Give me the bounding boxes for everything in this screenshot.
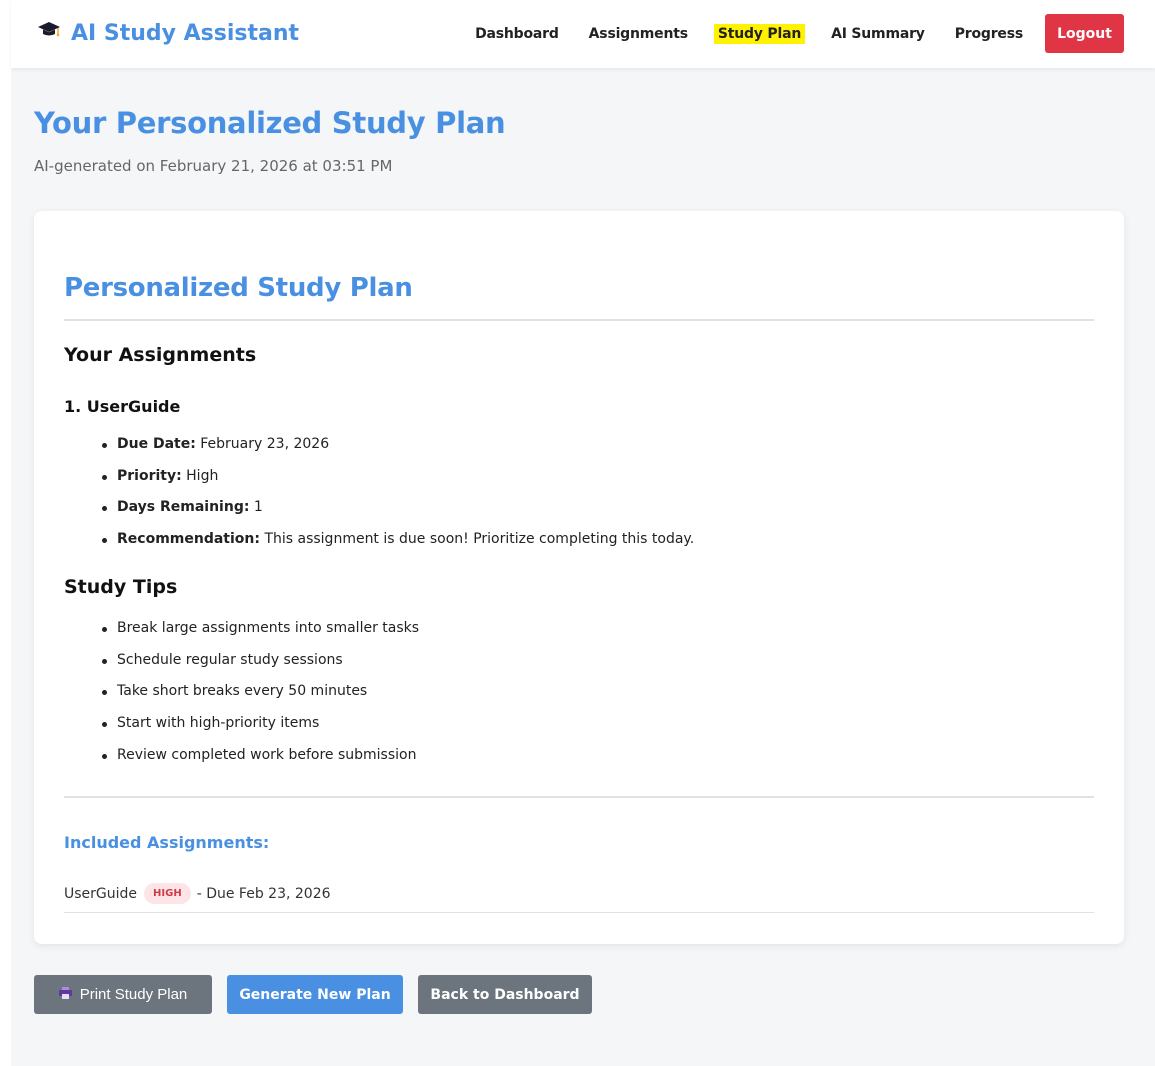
detail-priority: Priority: High [86, 468, 694, 500]
assignments-heading: Your Assignments [64, 344, 257, 366]
page-title: Your Personalized Study Plan [34, 106, 506, 140]
included-assignment-row: UserGuide HIGH - Due Feb 23, 2026 [64, 883, 331, 904]
included-assignments-heading: Included Assignments: [64, 833, 270, 852]
included-assignment-due: - Due Feb 23, 2026 [196, 885, 331, 902]
navbar: AI Study Assistant Dashboard Assignments… [11, 0, 1155, 68]
list-item: Take short breaks every 50 minutes [86, 683, 419, 715]
printer-icon [58, 986, 80, 1003]
divider [64, 912, 1094, 913]
detail-value: High [186, 467, 219, 484]
plan-title: Personalized Study Plan [64, 273, 413, 303]
divider [64, 796, 1094, 798]
brand[interactable]: AI Study Assistant [37, 20, 299, 46]
detail-value: This assignment is due soon! Prioritize … [264, 531, 695, 548]
study-tips-list: Break large assignments into smaller tas… [86, 620, 419, 778]
nav-link-assignments[interactable]: Assignments [585, 24, 692, 44]
nav-links: Dashboard Assignments Study Plan AI Summ… [449, 14, 1124, 53]
divider [64, 319, 1094, 321]
detail-label: Days Remaining: [117, 499, 250, 516]
detail-days-remaining: Days Remaining: 1 [86, 499, 694, 531]
assignment-details: Due Date: February 23, 2026 Priority: Hi… [86, 436, 694, 563]
priority-badge: HIGH [144, 883, 191, 904]
study-plan-card: Personalized Study Plan Your Assignments… [34, 211, 1124, 944]
back-to-dashboard-button[interactable]: Back to Dashboard [418, 975, 592, 1014]
detail-value: 1 [253, 499, 263, 516]
nav-link-study-plan[interactable]: Study Plan [713, 23, 806, 44]
detail-due-date: Due Date: February 23, 2026 [86, 436, 694, 468]
print-study-plan-button[interactable]: Print Study Plan [34, 975, 212, 1014]
detail-label: Priority: [117, 467, 182, 484]
action-buttons: Print Study Plan Generate New Plan Back … [34, 975, 592, 1014]
nav-link-dashboard[interactable]: Dashboard [471, 24, 563, 44]
graduation-cap-icon [37, 20, 61, 46]
detail-label: Recommendation: [117, 531, 260, 548]
included-assignment-name: UserGuide [64, 885, 138, 902]
nav-link-ai-summary[interactable]: AI Summary [827, 24, 929, 44]
brand-name: AI Study Assistant [71, 20, 300, 46]
study-tips-heading: Study Tips [64, 576, 178, 598]
logout-button[interactable]: Logout [1045, 14, 1124, 53]
detail-value: February 23, 2026 [200, 436, 330, 452]
page-subtitle: AI-generated on February 21, 2026 at 03:… [34, 157, 393, 175]
print-label: Print Study Plan [79, 986, 188, 1003]
list-item: Schedule regular study sessions [86, 652, 419, 684]
assignment-heading: 1. UserGuide [64, 397, 181, 416]
list-item: Start with high-priority items [86, 715, 419, 747]
list-item: Review completed work before submission [86, 747, 419, 779]
nav-link-progress[interactable]: Progress [951, 24, 1027, 44]
list-item: Break large assignments into smaller tas… [86, 620, 419, 652]
detail-recommendation: Recommendation: This assignment is due s… [86, 531, 694, 563]
generate-new-plan-button[interactable]: Generate New Plan [227, 975, 403, 1014]
detail-label: Due Date: [117, 436, 196, 452]
